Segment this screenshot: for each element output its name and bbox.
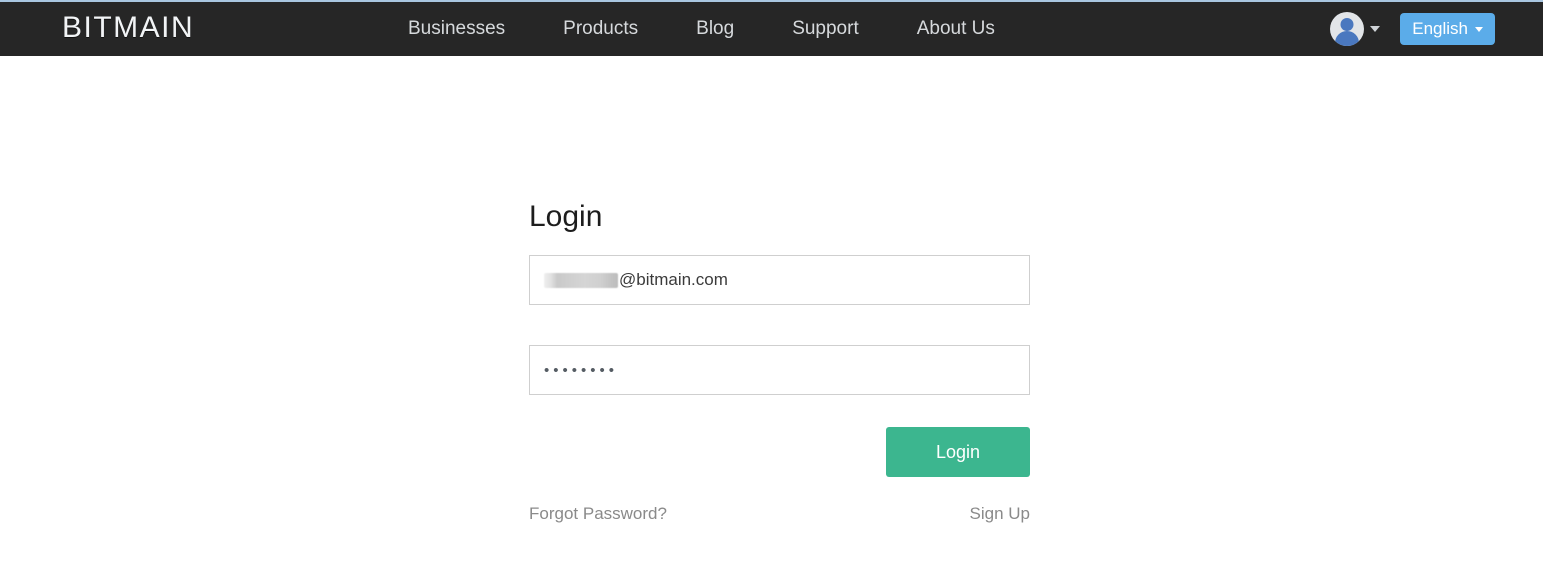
brand-logo[interactable]: BITMAIN bbox=[62, 13, 194, 43]
language-selector-button[interactable]: English bbox=[1400, 13, 1495, 45]
login-links-row: Forgot Password? Sign Up bbox=[529, 504, 1030, 524]
nav-item-support[interactable]: Support bbox=[792, 2, 859, 56]
nav-item-businesses[interactable]: Businesses bbox=[408, 2, 505, 56]
chevron-down-icon-language bbox=[1475, 26, 1483, 32]
login-panel: Login @bitmain.com •••••••• Login Forgot… bbox=[529, 200, 1030, 524]
page-title: Login bbox=[529, 200, 603, 233]
nav-item-blog[interactable]: Blog bbox=[696, 2, 734, 56]
email-field-value: @bitmain.com bbox=[619, 270, 728, 289]
site-header: BITMAIN Businesses Products Blog Support… bbox=[0, 2, 1543, 56]
login-action-row: Login bbox=[529, 427, 1030, 477]
forgot-password-link[interactable]: Forgot Password? bbox=[529, 504, 667, 524]
password-field[interactable]: •••••••• bbox=[529, 345, 1030, 395]
header-right-cluster: English bbox=[1330, 2, 1495, 56]
sign-up-link[interactable]: Sign Up bbox=[970, 504, 1030, 524]
redacted-email-prefix bbox=[544, 272, 618, 288]
language-selector-label: English bbox=[1412, 19, 1468, 38]
login-submit-button[interactable]: Login bbox=[886, 427, 1030, 477]
account-menu[interactable] bbox=[1330, 12, 1381, 46]
nav-item-products[interactable]: Products bbox=[563, 2, 638, 56]
main-navigation: Businesses Products Blog Support About U… bbox=[408, 2, 995, 56]
chevron-down-icon-account bbox=[1370, 26, 1381, 32]
password-field-value: •••••••• bbox=[544, 361, 619, 379]
nav-item-about-us[interactable]: About Us bbox=[917, 2, 995, 56]
user-avatar-icon bbox=[1330, 12, 1365, 46]
email-field[interactable]: @bitmain.com bbox=[529, 255, 1030, 305]
